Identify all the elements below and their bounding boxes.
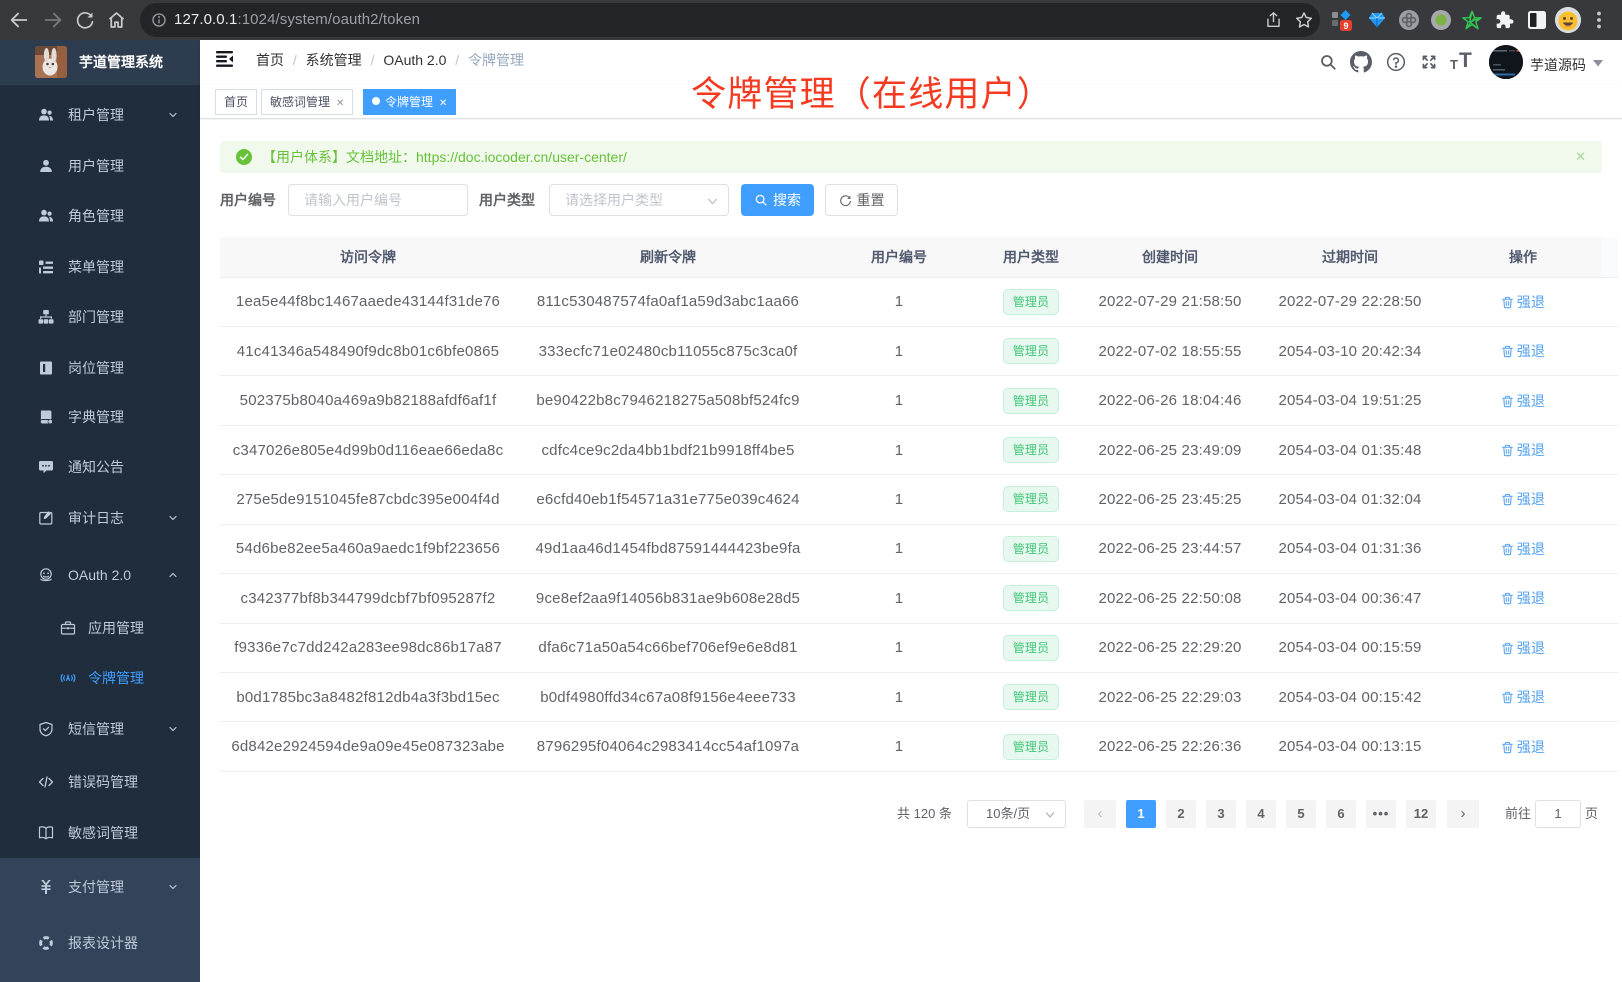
- svg-text:9: 9: [1343, 21, 1348, 31]
